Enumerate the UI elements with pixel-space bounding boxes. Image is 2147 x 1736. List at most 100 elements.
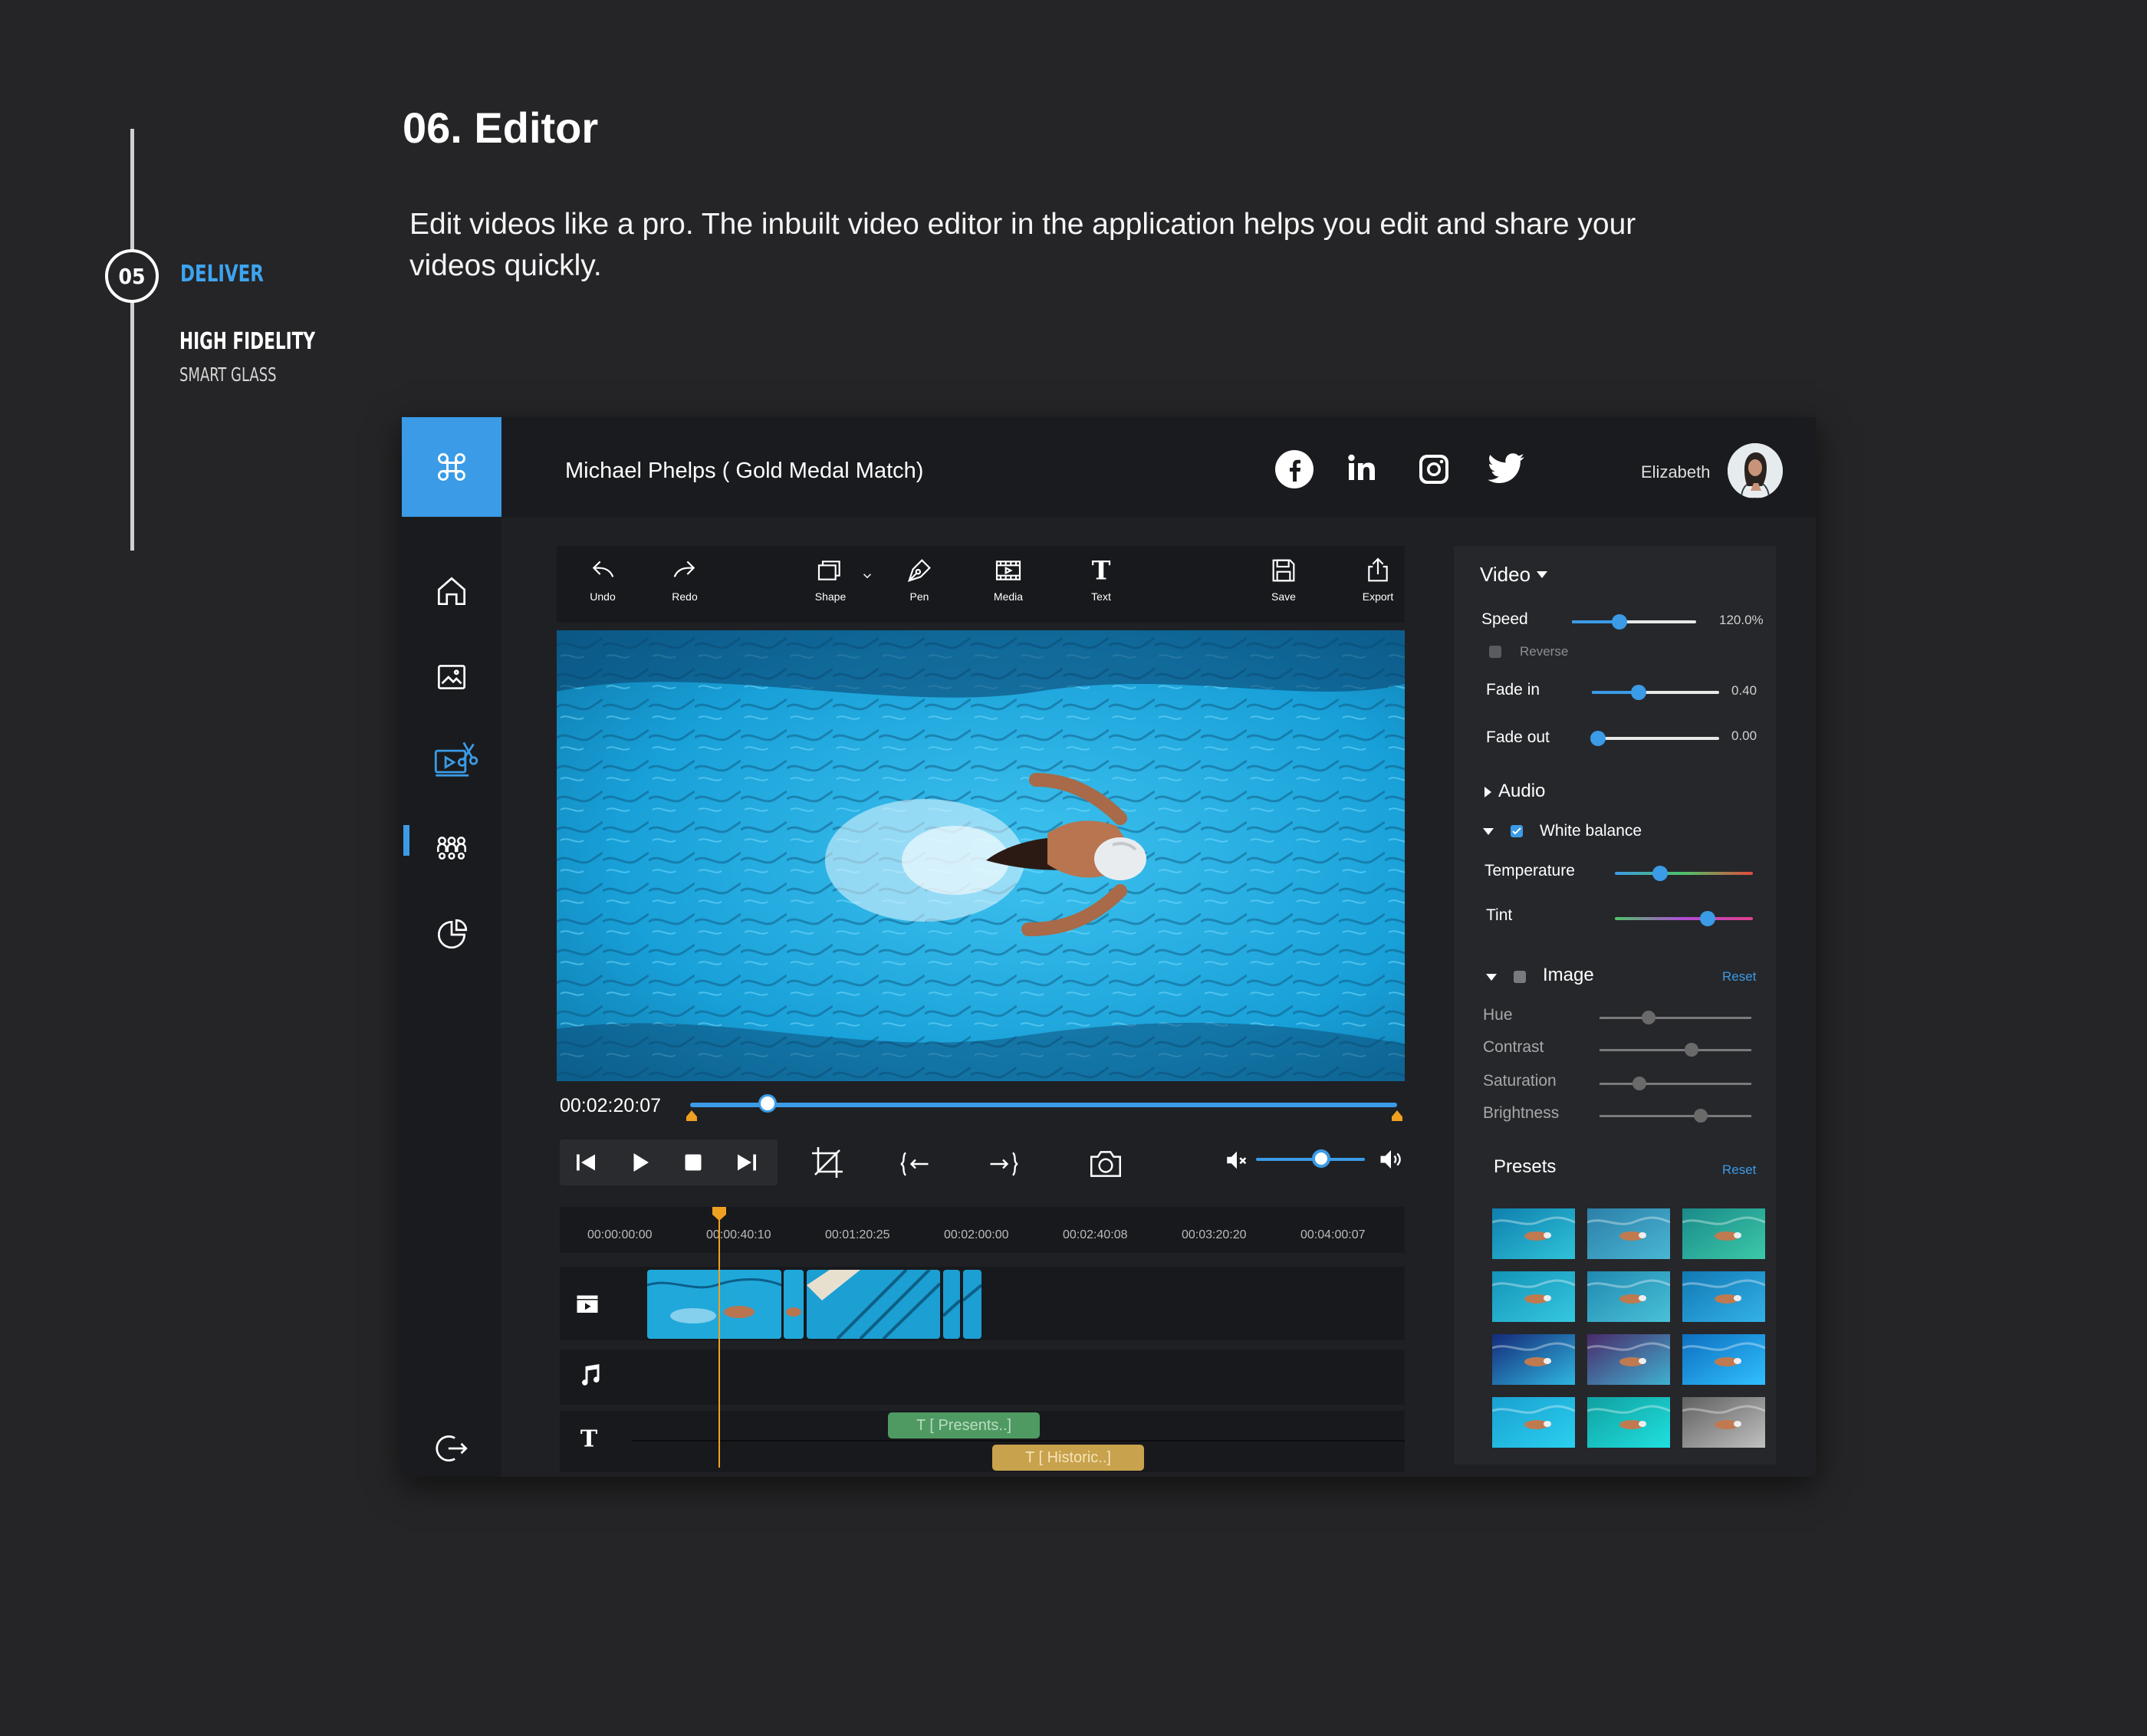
preset-thumbnail[interactable] (1682, 1334, 1765, 1385)
hue-handle[interactable] (1642, 1011, 1656, 1024)
preset-thumbnail[interactable] (1682, 1271, 1765, 1322)
play-button[interactable] (624, 1149, 655, 1176)
progress-rail (130, 129, 134, 551)
video-clip[interactable] (943, 1270, 960, 1339)
skip-forward-button[interactable] (732, 1149, 762, 1176)
caret-down-icon[interactable] (1483, 828, 1494, 836)
contrast-slider[interactable] (1600, 1043, 1751, 1057)
in-marker[interactable] (686, 1110, 697, 1121)
crop-icon[interactable] (808, 1144, 847, 1181)
reverse-checkbox[interactable] (1489, 646, 1501, 658)
video-clip[interactable] (647, 1270, 781, 1339)
fadein-slider[interactable] (1592, 685, 1719, 700)
sidebar (402, 517, 501, 1477)
preset-thumbnail[interactable] (1492, 1271, 1575, 1322)
audio-section-header[interactable]: Audio (1498, 781, 1545, 802)
caret-right-icon[interactable] (1484, 787, 1492, 797)
text-clip-presents[interactable]: T [ Presents..] (888, 1412, 1040, 1438)
stop-button[interactable] (678, 1149, 709, 1176)
video-section-header[interactable]: Video (1480, 563, 1531, 587)
timeline-tick: 00:00:00:00 (587, 1228, 653, 1241)
speed-slider[interactable] (1572, 614, 1696, 630)
undo-button[interactable]: Undo (568, 555, 637, 603)
preset-thumbnail[interactable] (1492, 1334, 1575, 1385)
video-clip[interactable] (784, 1270, 804, 1339)
contrast-handle[interactable] (1684, 1043, 1698, 1057)
people-icon[interactable] (432, 830, 471, 868)
gallery-icon[interactable] (432, 658, 471, 696)
home-icon[interactable] (432, 572, 471, 610)
scrub-track[interactable] (690, 1103, 1397, 1107)
trim-start-icon[interactable] (899, 1147, 932, 1181)
volume-handle[interactable] (1312, 1149, 1331, 1168)
playhead[interactable] (718, 1212, 720, 1468)
skip-back-button[interactable] (570, 1149, 601, 1176)
preset-thumbnail[interactable] (1682, 1397, 1765, 1448)
preset-thumbnail[interactable] (1587, 1334, 1670, 1385)
hue-slider[interactable] (1600, 1011, 1751, 1024)
brightness-slider[interactable] (1600, 1109, 1751, 1123)
out-marker[interactable] (1392, 1110, 1402, 1121)
save-button[interactable]: Save (1249, 555, 1318, 603)
preset-thumbnail[interactable] (1492, 1208, 1575, 1259)
analytics-icon[interactable] (432, 916, 471, 954)
avatar[interactable] (1728, 443, 1783, 498)
tint-handle[interactable] (1699, 911, 1715, 926)
linkedin-icon[interactable] (1342, 449, 1382, 489)
mute-icon[interactable] (1224, 1147, 1250, 1173)
video-clip[interactable] (963, 1270, 981, 1339)
text-button[interactable]: T Text (1067, 555, 1136, 603)
trim-end-icon[interactable] (986, 1147, 1020, 1181)
presets-reset-link[interactable]: Reset (1722, 1162, 1756, 1178)
saturation-slider[interactable] (1600, 1077, 1751, 1090)
facebook-icon[interactable] (1274, 449, 1314, 489)
caret-down-icon[interactable] (1486, 974, 1497, 981)
brightness-handle[interactable] (1693, 1109, 1708, 1123)
tint-slider[interactable] (1615, 911, 1753, 926)
video-preview[interactable] (557, 630, 1405, 1081)
shape-button[interactable]: Shape (796, 555, 865, 603)
fadeout-label: Fade out (1486, 728, 1550, 746)
speed-handle[interactable] (1611, 614, 1627, 630)
instagram-icon[interactable] (1414, 449, 1454, 489)
preset-thumbnail[interactable] (1492, 1397, 1575, 1448)
text-label: Text (1091, 590, 1111, 603)
fadein-label: Fade in (1486, 681, 1540, 699)
preset-thumbnail[interactable] (1682, 1208, 1765, 1259)
white-balance-checkbox[interactable] (1511, 825, 1523, 837)
text-clip-historic[interactable]: T [ Historic..] (992, 1445, 1144, 1471)
export-button[interactable]: Export (1343, 555, 1412, 603)
volume-icon[interactable] (1377, 1146, 1405, 1173)
app-logo[interactable] (402, 417, 501, 517)
media-button[interactable]: Media (974, 555, 1043, 603)
fadein-handle[interactable] (1631, 685, 1647, 700)
redo-button[interactable]: Redo (650, 555, 719, 603)
image-reset-link[interactable]: Reset (1722, 969, 1756, 985)
video-edit-icon[interactable] (432, 739, 478, 778)
image-section-header[interactable]: Image (1543, 965, 1594, 986)
edit-toolbar: Undo Redo Shape Pen Media T Text Save Ex… (557, 546, 1405, 623)
timeline-tick: 00:00:40:10 (706, 1228, 771, 1241)
scrub-handle[interactable] (758, 1094, 778, 1113)
pen-button[interactable]: Pen (885, 555, 954, 603)
fadeout-handle[interactable] (1590, 731, 1606, 746)
timeline-ruler[interactable]: 00:00:00:00 00:00:40:10 00:01:20:25 00:0… (560, 1207, 1405, 1253)
pen-label: Pen (909, 590, 929, 603)
chevron-down-icon[interactable] (1537, 571, 1547, 579)
temperature-slider[interactable] (1615, 866, 1753, 881)
temperature-handle[interactable] (1652, 866, 1669, 881)
active-indicator (403, 825, 409, 856)
step-subtitle: HIGH FIDELITY (179, 328, 316, 355)
image-checkbox[interactable] (1514, 971, 1526, 983)
saturation-handle[interactable] (1632, 1077, 1647, 1090)
preset-thumbnail[interactable] (1587, 1397, 1670, 1448)
volume-slider[interactable] (1256, 1158, 1365, 1161)
chevron-down-icon[interactable] (860, 569, 874, 583)
video-clip[interactable] (807, 1270, 940, 1339)
preset-thumbnail[interactable] (1587, 1208, 1670, 1259)
twitter-icon[interactable] (1486, 449, 1526, 489)
camera-icon[interactable] (1084, 1144, 1127, 1182)
fadeout-slider[interactable] (1590, 731, 1719, 746)
preset-thumbnail[interactable] (1587, 1271, 1670, 1322)
logout-icon[interactable] (432, 1429, 471, 1468)
